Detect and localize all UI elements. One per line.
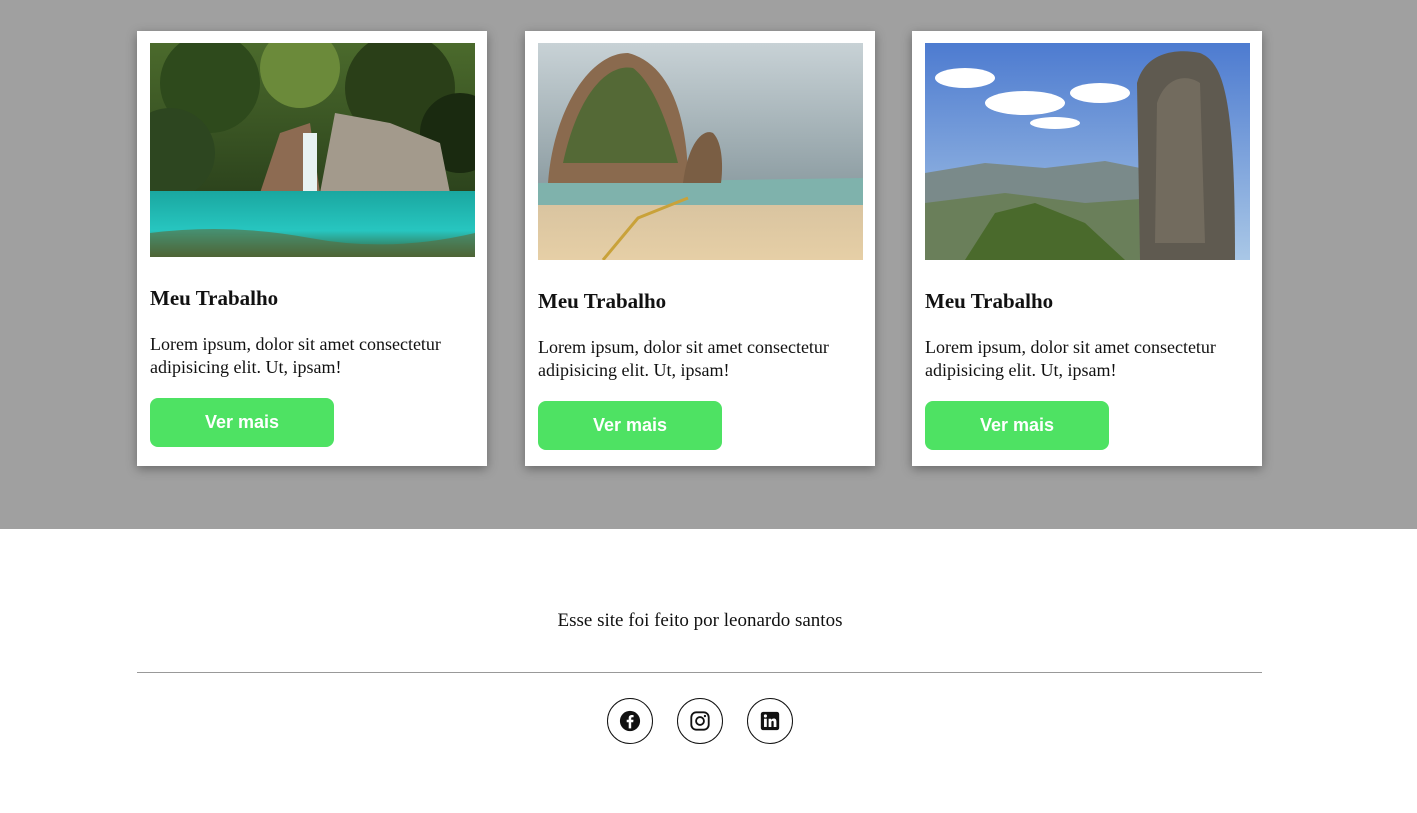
footer-credit: Esse site foi feito por leonardo santos [557,610,843,631]
linkedin-icon [760,711,780,731]
ver-mais-button[interactable]: Ver mais [925,401,1109,450]
card-text: Lorem ipsum, dolor sit amet consectetur … [925,337,1216,380]
portfolio-section: Meu Trabalho Lorem ipsum, dolor sit amet… [0,0,1417,529]
instagram-link[interactable] [677,698,723,744]
card-title: Meu Trabalho [150,286,279,310]
footer-divider [137,672,1262,673]
card-title: Meu Trabalho [538,289,667,313]
instagram-icon [690,711,710,731]
work-card: Meu Trabalho Lorem ipsum, dolor sit amet… [912,31,1262,466]
work-card: Meu Trabalho Lorem ipsum, dolor sit amet… [525,31,875,466]
facebook-icon [619,710,641,732]
waterfall-lagoon-image [150,43,475,257]
ver-mais-button[interactable]: Ver mais [150,398,334,447]
mountain-rock-image [925,43,1250,260]
beach-rock-image [538,43,863,260]
work-card: Meu Trabalho Lorem ipsum, dolor sit amet… [137,31,487,466]
card-text: Lorem ipsum, dolor sit amet consectetur … [150,334,441,377]
ver-mais-button[interactable]: Ver mais [538,401,722,450]
facebook-link[interactable] [607,698,653,744]
card-title: Meu Trabalho [925,289,1054,313]
social-links [0,698,1400,744]
card-text: Lorem ipsum, dolor sit amet consectetur … [538,337,829,380]
linkedin-link[interactable] [747,698,793,744]
